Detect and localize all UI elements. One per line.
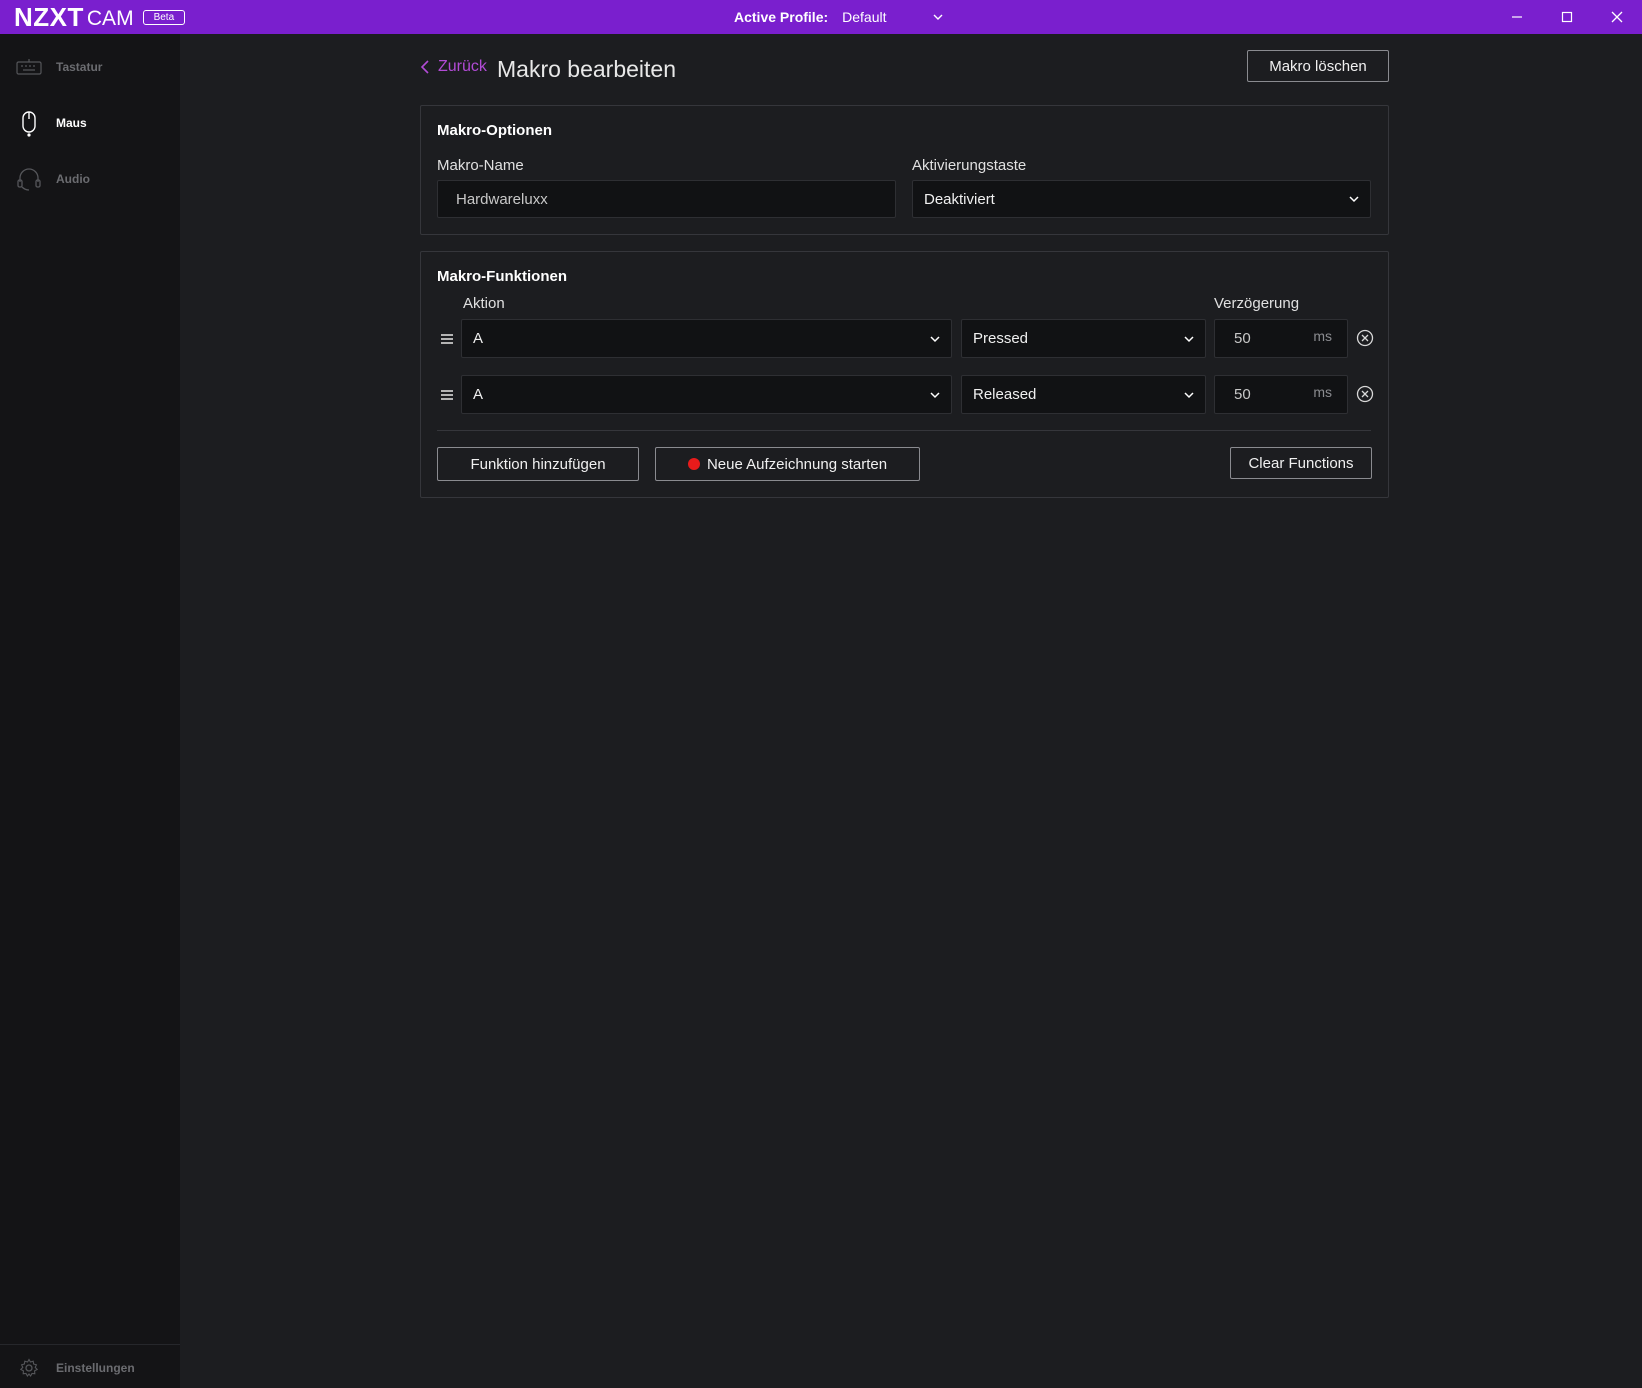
- delay-column-header: Verzögerung: [1214, 295, 1300, 312]
- panel-title: Makro-Optionen: [437, 122, 552, 139]
- chevron-down-icon: [930, 391, 940, 398]
- sidebar-item-label: Einstellungen: [56, 1361, 135, 1375]
- remove-circle-icon[interactable]: [1356, 385, 1374, 403]
- delay-input[interactable]: 50 ms: [1214, 319, 1348, 358]
- gear-icon: [16, 1355, 42, 1381]
- start-recording-button[interactable]: Neue Aufzeichnung starten: [655, 447, 920, 481]
- chevron-down-icon: [930, 335, 940, 342]
- action-state-value: Released: [973, 386, 1037, 403]
- action-key-value: A: [473, 330, 484, 347]
- mouse-icon: [16, 110, 42, 137]
- action-state-value: Pressed: [973, 330, 1029, 347]
- panel-title: Makro-Funktionen: [437, 268, 567, 285]
- sidebar-item-maus[interactable]: Maus: [0, 103, 180, 143]
- add-function-button[interactable]: Funktion hinzufügen: [437, 447, 639, 481]
- brand-product: CAM: [86, 6, 134, 30]
- chevron-down-icon: [1184, 335, 1194, 342]
- sidebar-divider: [0, 1344, 180, 1345]
- clear-functions-button[interactable]: Clear Functions: [1230, 447, 1372, 479]
- trigger-key-value: Deaktiviert: [924, 190, 995, 208]
- macro-functions-panel: Makro-Funktionen Aktion Verzögerung A Pr…: [420, 251, 1389, 498]
- title-bar: NZXT CAM Beta Active Profile: Default: [0, 0, 1642, 34]
- sidebar-item-label: Tastatur: [56, 60, 103, 74]
- profile-selector[interactable]: Active Profile: Default: [734, 0, 944, 34]
- action-state-select[interactable]: Pressed: [961, 319, 1206, 358]
- back-link[interactable]: Zurück: [420, 58, 487, 76]
- chevron-left-icon: [420, 60, 429, 74]
- headset-icon: [16, 166, 42, 192]
- app-logo: NZXT CAM Beta: [14, 0, 186, 34]
- sidebar-item-label: Maus: [56, 116, 87, 130]
- back-label: Zurück: [438, 58, 487, 75]
- start-recording-label: Neue Aufzeichnung starten: [706, 455, 888, 473]
- action-key-select[interactable]: A: [461, 375, 952, 414]
- action-state-select[interactable]: Released: [961, 375, 1206, 414]
- drag-handle-icon[interactable]: [440, 332, 454, 346]
- macro-name-input[interactable]: Hardwareluxx: [437, 180, 896, 218]
- maximize-icon[interactable]: [1542, 0, 1592, 34]
- brand-name: NZXT: [14, 1, 84, 32]
- keyboard-icon: [16, 54, 42, 80]
- record-dot-icon: [687, 458, 700, 470]
- macro-options-panel: Makro-Optionen Makro-Name Hardwareluxx A…: [420, 105, 1389, 235]
- chevron-down-icon: [1184, 391, 1194, 398]
- sidebar-item-einstellungen[interactable]: Einstellungen: [0, 1348, 180, 1388]
- chevron-down-icon[interactable]: [932, 11, 944, 23]
- chevron-down-icon: [1349, 196, 1359, 203]
- delay-value: 50: [1234, 386, 1251, 403]
- remove-circle-icon[interactable]: [1356, 329, 1374, 347]
- delay-value: 50: [1234, 330, 1251, 347]
- section-divider: [437, 430, 1371, 431]
- sidebar-item-tastatur[interactable]: Tastatur: [0, 47, 180, 87]
- page-title: Makro bearbeiten: [497, 56, 676, 82]
- trigger-key-label: Aktivierungstaste: [912, 157, 1027, 174]
- sidebar: Tastatur Maus Audio Einstellungen: [0, 34, 180, 1388]
- drag-handle-icon[interactable]: [440, 388, 454, 402]
- trigger-key-select[interactable]: Deaktiviert: [912, 180, 1371, 218]
- sidebar-item-audio[interactable]: Audio: [0, 159, 180, 199]
- delay-input[interactable]: 50 ms: [1214, 375, 1348, 414]
- profile-value: Default: [842, 9, 887, 25]
- delay-unit: ms: [1313, 384, 1332, 400]
- beta-badge: Beta: [142, 9, 186, 25]
- close-icon[interactable]: [1592, 0, 1642, 34]
- sidebar-item-label: Audio: [56, 172, 90, 186]
- delete-macro-button[interactable]: Makro löschen: [1247, 50, 1389, 82]
- action-column-header: Aktion: [463, 295, 505, 312]
- minimize-icon[interactable]: [1492, 0, 1542, 34]
- action-key-value: A: [473, 386, 484, 403]
- delay-unit: ms: [1313, 328, 1332, 344]
- profile-label: Active Profile:: [734, 9, 829, 25]
- macro-name-label: Makro-Name: [437, 157, 524, 174]
- action-key-select[interactable]: A: [461, 319, 952, 358]
- macro-name-value: Hardwareluxx: [456, 190, 548, 208]
